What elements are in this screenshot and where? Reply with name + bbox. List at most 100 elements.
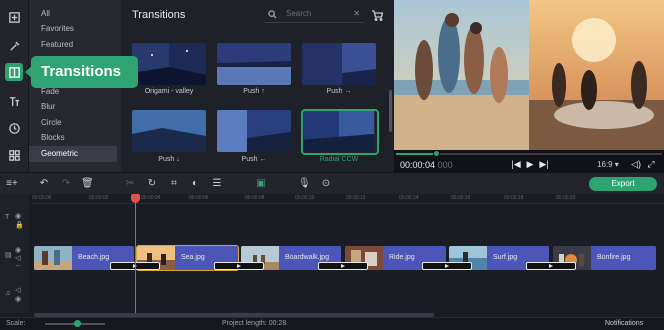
clip-properties-button[interactable]: ☰ — [211, 178, 223, 190]
visibility-icon[interactable]: ◉ — [15, 212, 21, 220]
ruler-tick: 00:00:02 — [89, 195, 109, 201]
project-length: Project length: 00:28 — [222, 320, 287, 327]
ruler-tick: 00:00:12 — [346, 195, 366, 201]
filters-button[interactable] — [5, 37, 23, 55]
panel-scrollbar[interactable] — [389, 90, 392, 132]
category-favorites[interactable]: Favorites — [29, 21, 117, 37]
clock-button[interactable] — [5, 119, 23, 137]
store-button[interactable] — [371, 8, 384, 21]
ruler-tick: 00:00:20 — [556, 195, 576, 201]
transition-thumb-push-down[interactable] — [132, 110, 206, 152]
titles-button[interactable] — [5, 92, 23, 110]
clip-name: Surf.jpg — [493, 254, 518, 261]
category-blur[interactable]: Blur — [29, 99, 117, 115]
previous-frame-button[interactable]: |◀ — [510, 158, 522, 170]
category-geometric[interactable]: Geometric — [29, 146, 117, 162]
status-bar: Scale: Project length: 00:28 Notificatio… — [0, 317, 664, 330]
transition-label-selected: Radial CCW — [319, 156, 359, 163]
clip-transition[interactable] — [422, 262, 472, 270]
category-circle[interactable]: Circle — [29, 115, 117, 131]
rotate-button[interactable]: ↻ — [146, 178, 158, 190]
playhead-line[interactable] — [135, 194, 136, 313]
timeline: T ◉ 🔒 ▤ ◉ ◁ ← ♫ ◁ ◉ 00:00:00 00:00:02 00… — [0, 194, 664, 313]
clear-search-icon[interactable]: ✕ — [353, 9, 360, 18]
transitions-button[interactable] — [5, 63, 23, 81]
fullscreen-button[interactable]: ⤢ — [645, 158, 657, 170]
volume-button[interactable]: ◁) — [630, 158, 642, 170]
magic-wand-icon — [9, 41, 19, 51]
push-right-thumbnail — [302, 43, 376, 85]
rotate-icon: ↻ — [147, 178, 157, 189]
play-icon: ▶ — [526, 158, 534, 169]
search-input[interactable]: Search — [286, 9, 311, 18]
skip-forward-icon: ▶| — [539, 158, 549, 169]
aspect-ratio-select[interactable]: 16:9 ▾ — [597, 160, 619, 169]
more-tools-button[interactable] — [5, 146, 23, 164]
category-featured[interactable]: Featured — [29, 37, 117, 53]
clip-transition[interactable] — [214, 262, 264, 270]
edit-toolbar: ≡+ ↶ ↷ 🗑 ✂ ↻ ⌗ ◐ ☰ ▣ 🎙 ⊙ Export — [0, 172, 664, 194]
clip-transition[interactable] — [318, 262, 368, 270]
export-button[interactable]: Export — [589, 177, 657, 191]
redo-icon: ↷ — [61, 178, 71, 189]
preview-seek-bar[interactable] — [396, 150, 662, 157]
visibility-icon[interactable]: ◉ — [15, 246, 21, 254]
microphone-icon: 🎙 — [298, 178, 311, 189]
search-icon — [268, 10, 277, 19]
ruler-tick: 00:00:16 — [451, 195, 471, 201]
seek-handle[interactable] — [432, 150, 440, 157]
cart-icon — [372, 10, 384, 21]
scissors-icon: ✂ — [125, 178, 135, 189]
marker-button[interactable]: ⊙ — [320, 178, 332, 190]
notifications-link[interactable]: Notifications — [605, 320, 643, 327]
lock-icon[interactable]: ◉ — [15, 295, 21, 303]
transition-thumb-push-left[interactable] — [217, 110, 291, 152]
play-button[interactable]: ▶ — [524, 158, 536, 170]
transition-thumb-push-right[interactable] — [302, 43, 376, 85]
delete-button[interactable]: 🗑 — [81, 178, 94, 190]
ruler-tick: 00:00:14 — [399, 195, 419, 201]
category-blocks[interactable]: Blocks — [29, 130, 117, 146]
preview-player: 00:00:04 000 |◀ ▶ ▶| 16:9 ▾ ◁) ⤢ — [394, 0, 664, 172]
transition-thumb-push-up[interactable] — [217, 43, 291, 85]
track-headers: T ◉ 🔒 ▤ ◉ ◁ ← ♫ ◁ ◉ — [0, 194, 31, 313]
panel-title: Transitions — [132, 9, 186, 21]
ruler-tick: 00:00:04 — [141, 195, 161, 201]
volume-icon: ◁) — [631, 158, 641, 169]
zoom-slider-handle[interactable] — [74, 320, 81, 327]
time-ruler[interactable]: 00:00:00 00:00:02 00:00:04 00:00:06 00:0… — [31, 194, 664, 204]
sliders-icon: ☰ — [212, 178, 222, 189]
undo-button[interactable]: ↶ — [38, 178, 50, 190]
preview-timecode: 00:00:04 000 — [400, 160, 453, 170]
import-icon — [8, 11, 20, 23]
lock-icon[interactable]: ← — [15, 262, 22, 269]
mute-icon[interactable]: ◁ — [15, 286, 20, 294]
ruler-tick: 00:00:08 — [245, 195, 265, 201]
mute-icon[interactable]: ◁ — [15, 254, 20, 262]
cut-button[interactable]: ✂ — [124, 178, 136, 190]
playhead-handle[interactable] — [131, 194, 140, 203]
transition-thumb-origami-valley[interactable] — [132, 43, 206, 85]
color-adjust-button[interactable]: ◐ — [189, 178, 201, 190]
lock-icon[interactable]: 🔒 — [15, 221, 24, 229]
timecode-ms: 000 — [437, 160, 453, 170]
tool-rail — [0, 0, 29, 172]
redo-button[interactable]: ↷ — [60, 178, 72, 190]
category-all[interactable]: All — [29, 6, 117, 22]
add-track-button[interactable]: ≡+ — [6, 178, 18, 190]
origami-valley-thumbnail — [132, 43, 206, 85]
crop-button[interactable]: ⌗ — [168, 178, 180, 190]
transitions-panel: Transitions Search ✕ Origami - valley Pu… — [121, 0, 394, 172]
add-track-icon: ≡+ — [6, 178, 18, 189]
next-frame-button[interactable]: ▶| — [538, 158, 550, 170]
clip-transition[interactable] — [526, 262, 576, 270]
clip-thumbnail — [34, 246, 72, 270]
clip-name: Boardwalk.jpg — [285, 254, 329, 261]
record-audio-button[interactable]: 🎙 — [298, 178, 311, 190]
seek-progress-fill — [396, 153, 436, 155]
search-field[interactable]: Search ✕ — [264, 7, 364, 23]
import-button[interactable] — [5, 8, 23, 26]
transition-thumb-radial-ccw[interactable] — [301, 109, 379, 155]
crop-icon: ⌗ — [171, 178, 177, 189]
overlay-button[interactable]: ▣ — [255, 178, 267, 190]
